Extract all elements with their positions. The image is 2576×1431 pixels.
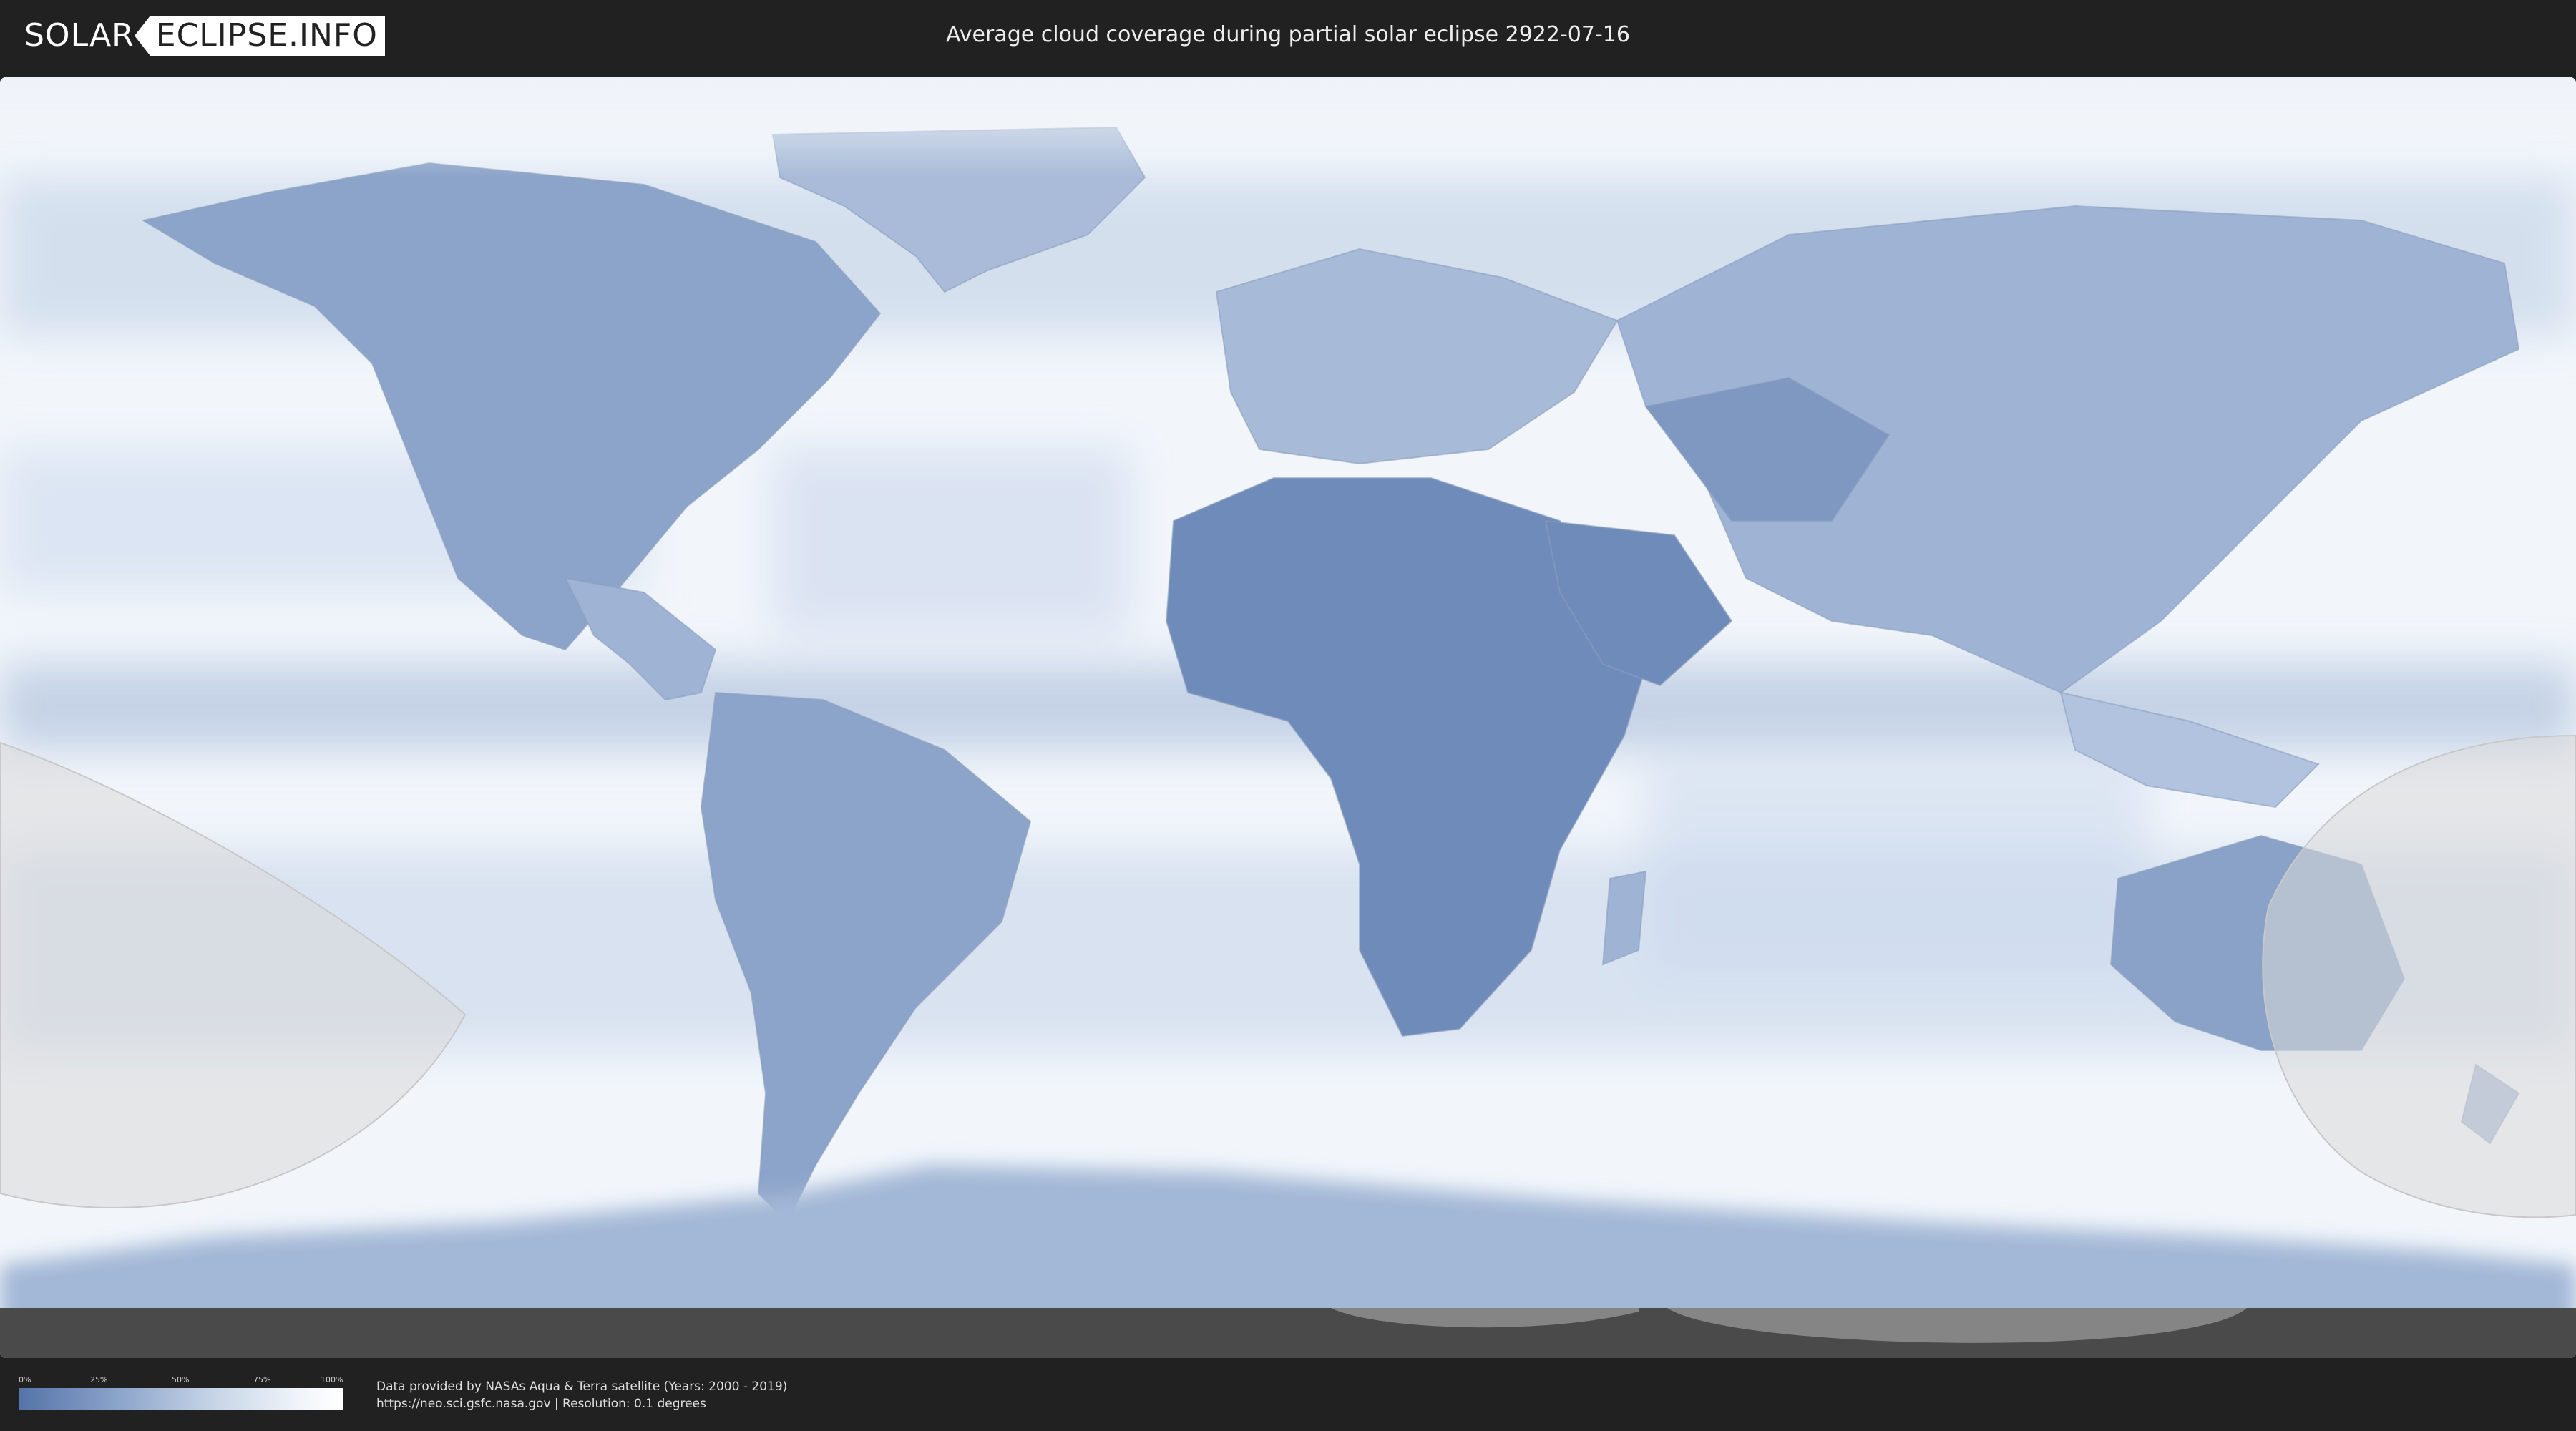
arctic-haze bbox=[0, 77, 2576, 177]
data-credits: Data provided by NASAs Aqua & Terra sate… bbox=[376, 1378, 787, 1412]
legend-tick-25: 25% bbox=[90, 1375, 108, 1384]
cloud-band-indian bbox=[1646, 764, 2147, 979]
legend-tick-75: 75% bbox=[253, 1375, 271, 1384]
cloud-coverage-legend: 0% 25% 50% 75% 100% bbox=[19, 1375, 343, 1414]
header-bar: SOLAR ECLIPSE.INFO Average cloud coverag… bbox=[0, 0, 2576, 72]
legend-tick-100: 100% bbox=[321, 1375, 343, 1384]
credits-line-2[interactable]: https://neo.sci.gsfc.nasa.gov | Resoluti… bbox=[376, 1395, 787, 1412]
legend-gradient-bar bbox=[19, 1388, 343, 1410]
footer-bar: 0% 25% 50% 75% 100% Data provided by NAS… bbox=[0, 1358, 2576, 1431]
legend-tick-50: 50% bbox=[172, 1375, 190, 1384]
legend-tick-0: 0% bbox=[19, 1375, 31, 1384]
credits-line-1: Data provided by NASAs Aqua & Terra sate… bbox=[376, 1379, 788, 1394]
legend-ticks: 0% 25% 50% 75% 100% bbox=[19, 1375, 343, 1385]
cloud-coverage-map[interactable] bbox=[0, 77, 2576, 1358]
cloud-band-atlantic bbox=[773, 449, 1131, 635]
page-title: Average cloud coverage during partial so… bbox=[946, 22, 1630, 47]
world-map-svg bbox=[0, 77, 2576, 1358]
polar-night-band bbox=[0, 1308, 2576, 1358]
